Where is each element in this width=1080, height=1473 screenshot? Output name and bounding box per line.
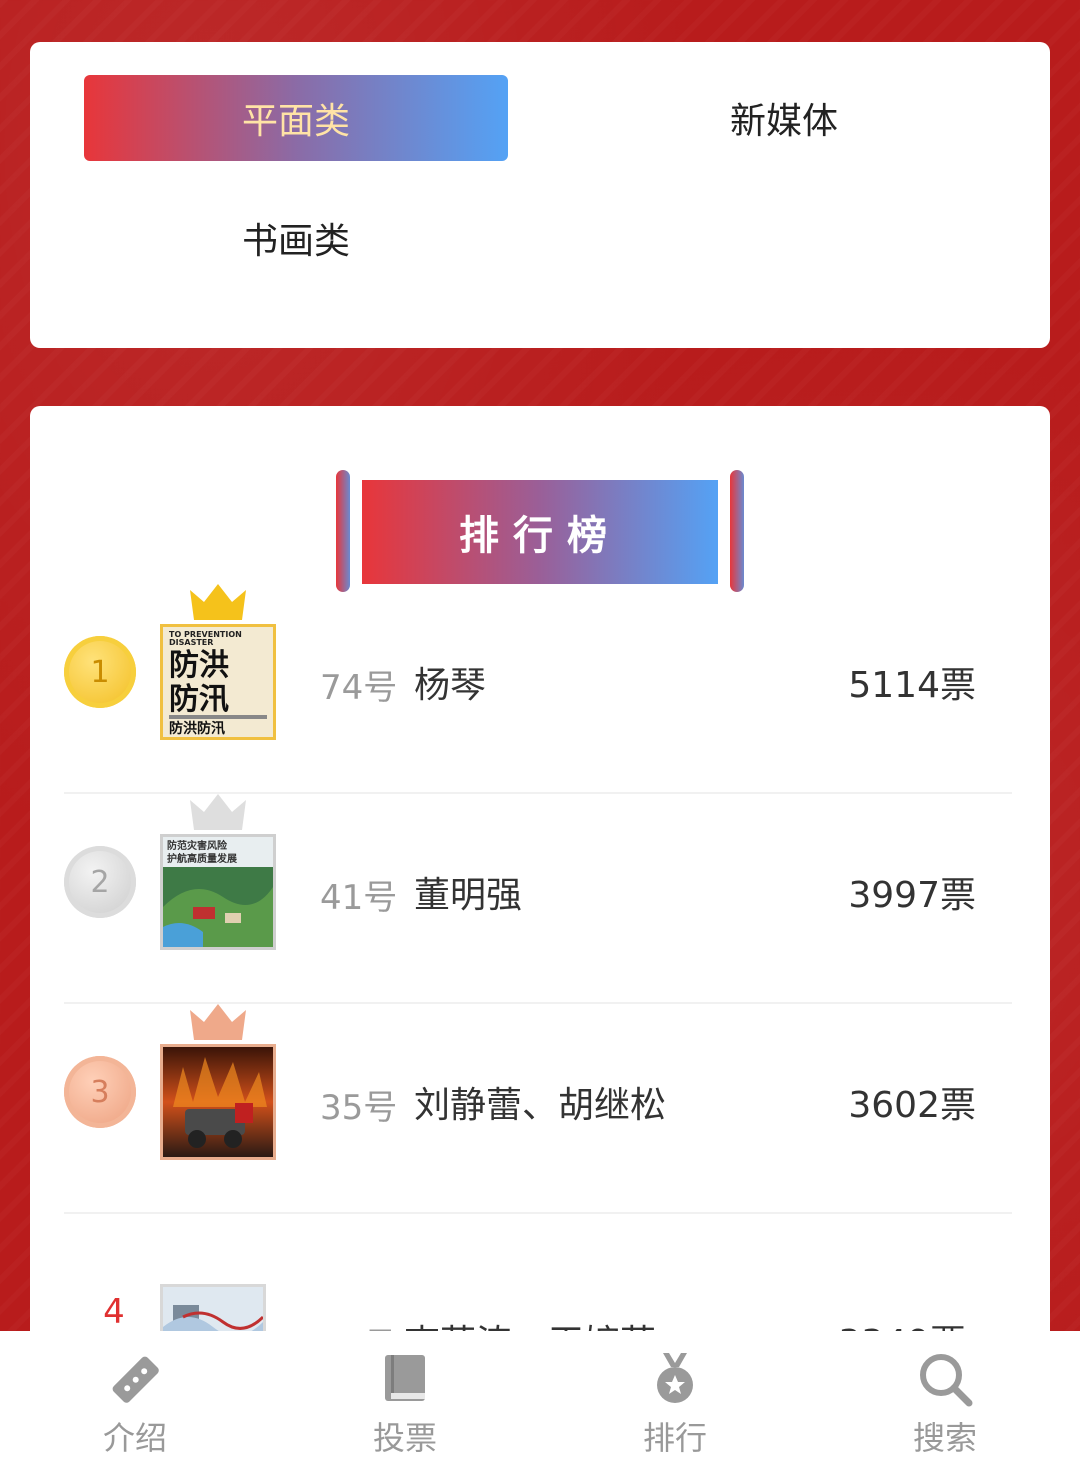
- banner-rod-left: [336, 470, 350, 592]
- search-icon: [920, 1354, 973, 1407]
- tab-label: 排行: [642, 1419, 707, 1457]
- tab-vote[interactable]: 投票: [270, 1331, 540, 1473]
- entry-thumbnail[interactable]: 防范灾害风险 护航高质量发展: [160, 834, 276, 950]
- svg-text:护航高质量发展: 护航高质量发展: [167, 852, 237, 865]
- tab-ranking[interactable]: 排行: [540, 1331, 810, 1473]
- entry-thumbnail[interactable]: TO PREVENTION DISASTER 防洪 防汛 防洪防汛: [160, 624, 276, 740]
- svg-text:防汛: 防汛: [169, 682, 229, 717]
- ticket-icon: [112, 1356, 159, 1403]
- svg-text:防洪: 防洪: [169, 648, 229, 683]
- gold-medal-icon: 1: [64, 636, 136, 708]
- entry-number: 74号: [320, 668, 398, 708]
- bronze-medal-icon: 3: [64, 1056, 136, 1128]
- tab-search[interactable]: 搜索: [810, 1331, 1080, 1473]
- poster-image: 防范灾害风险 护航高质量发展: [163, 837, 273, 947]
- crown-icon: [190, 584, 246, 620]
- banner-rod-right: [730, 470, 744, 592]
- book-icon: [385, 1355, 425, 1401]
- entry-name: 董明强: [414, 875, 523, 916]
- entry-number: 41号: [320, 878, 398, 918]
- poster-image: TO PREVENTION DISASTER 防洪 防汛 防洪防汛: [163, 627, 273, 737]
- ranking-title: 排行榜: [362, 480, 718, 584]
- ranking-row[interactable]: 1 TO PREVENTION DISASTER 防洪 防汛 防洪防汛 74号 …: [64, 584, 1012, 794]
- category-tab-label: 平面类: [241, 101, 350, 142]
- svg-text:DISASTER: DISASTER: [169, 638, 213, 647]
- category-card: 平面类 新媒体 书画类: [30, 42, 1050, 348]
- entry-votes: 3997票: [848, 875, 976, 916]
- crown-icon: [190, 794, 246, 830]
- ranking-banner: 排行榜: [336, 470, 744, 592]
- tab-label: 介绍: [102, 1419, 167, 1457]
- svg-text:防洪防汛: 防洪防汛: [169, 720, 225, 737]
- entry-thumbnail[interactable]: [160, 1044, 276, 1160]
- entry-name: 刘静蕾、胡继松: [414, 1085, 667, 1126]
- entry-votes: 5114票: [848, 665, 976, 706]
- category-tab-new-media[interactable]: 新媒体: [572, 75, 996, 161]
- poster-image: [163, 1047, 273, 1157]
- tab-label: 投票: [372, 1419, 437, 1457]
- ranking-row[interactable]: 2 防范灾害风险 护航高质量发展 41号 董明强 3997票: [64, 794, 1012, 1004]
- entry-number: 35号: [320, 1088, 398, 1128]
- ranking-card: 排行榜 1 TO PREVENTION DISASTER 防洪 防汛 防洪防汛 …: [30, 406, 1050, 1473]
- category-tab-calligraphy[interactable]: 书画类: [84, 195, 508, 281]
- crown-icon: [190, 1004, 246, 1040]
- ranking-row[interactable]: 3 35号 刘静蕾、胡继松 3602票: [64, 1004, 1012, 1214]
- category-tab-flat[interactable]: 平面类: [84, 75, 508, 161]
- category-tab-label: 新媒体: [729, 101, 838, 142]
- silver-medal-icon: 2: [64, 846, 136, 918]
- svg-text:防范灾害风险: 防范灾害风险: [167, 839, 228, 852]
- category-tab-label: 书画类: [241, 221, 350, 262]
- tab-intro[interactable]: 介绍: [0, 1331, 270, 1473]
- entry-name: 杨琴: [414, 665, 487, 706]
- medal-icon: [657, 1353, 693, 1403]
- bottom-tab-bar: 介绍 投票 排行 搜索: [0, 1331, 1080, 1473]
- entry-votes: 3602票: [848, 1085, 976, 1126]
- tab-label: 搜索: [912, 1419, 977, 1457]
